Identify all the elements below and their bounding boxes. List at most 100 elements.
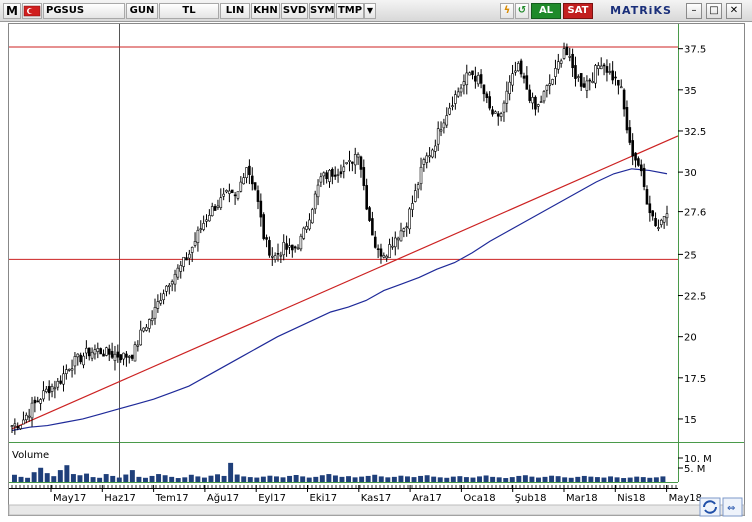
candle [519, 58, 523, 78]
candle [496, 110, 500, 126]
volume-bar [378, 476, 384, 482]
candle [105, 346, 108, 357]
trend-line[interactable] [11, 135, 679, 430]
volume-bar [306, 477, 312, 482]
candle [399, 222, 403, 242]
candle [288, 238, 291, 255]
volume-bar [581, 475, 587, 482]
candle [22, 411, 25, 425]
candle [536, 103, 540, 113]
y-tick-label: 35 [684, 86, 697, 97]
horizontal-scrollbar[interactable] [8, 504, 745, 516]
x-tick-label: Tem17 [155, 493, 189, 504]
candle [425, 152, 429, 169]
candle [45, 385, 48, 394]
volume-bar [293, 475, 299, 482]
candle [216, 199, 220, 210]
volume-bar [97, 477, 103, 482]
moving-average-line [11, 168, 668, 432]
candle [371, 211, 374, 236]
candle [67, 368, 71, 372]
candle [474, 66, 477, 89]
candle [328, 169, 331, 188]
candle [548, 74, 552, 95]
candle [242, 172, 245, 185]
candle [256, 185, 260, 210]
candle [648, 195, 652, 222]
candle [159, 292, 163, 306]
candle [122, 352, 125, 366]
volume-bar [123, 474, 129, 482]
candle [628, 120, 632, 146]
candle [27, 408, 31, 422]
candle [339, 164, 343, 178]
y-tick-label: 27.6 [684, 208, 706, 219]
candle [471, 70, 474, 80]
candle [268, 236, 271, 258]
volume-bar [31, 472, 37, 482]
volume-bar [287, 475, 293, 482]
candle [253, 182, 257, 191]
volume-bar [156, 474, 162, 482]
candle [562, 42, 566, 60]
y-tick-label: 25 [684, 250, 697, 261]
y-tick-label: 20 [684, 333, 697, 344]
candle [222, 187, 225, 201]
y-tick-label: 30 [684, 168, 697, 179]
candle [451, 96, 454, 111]
candle [488, 91, 491, 111]
candle [73, 352, 77, 375]
candle [577, 74, 580, 82]
volume-bar [372, 474, 378, 482]
volume-bar [215, 474, 220, 482]
candle [388, 238, 391, 259]
volume-bar [634, 476, 640, 482]
volume-bar [44, 473, 50, 482]
candle [136, 340, 140, 352]
candle [379, 243, 383, 264]
candle [485, 91, 489, 104]
candle [313, 190, 317, 214]
candle [62, 365, 65, 392]
candle [170, 279, 174, 292]
x-tick-label: Şub18 [515, 493, 547, 504]
candle [336, 168, 340, 183]
candle [316, 179, 320, 206]
volume-bar [162, 475, 168, 482]
candle [448, 102, 451, 116]
candle [285, 235, 288, 257]
candle [585, 75, 589, 99]
x-tick-label: Ara17 [412, 493, 442, 504]
candle [311, 207, 314, 224]
volume-bar [522, 475, 528, 482]
candle [162, 289, 165, 305]
volume-bar [221, 475, 227, 482]
candle [233, 191, 237, 205]
chart-border [8, 23, 745, 516]
candle [396, 236, 400, 250]
candle [205, 214, 208, 228]
volume-bar [228, 462, 234, 482]
candle [508, 75, 511, 101]
candle [219, 188, 223, 211]
volume-bar [496, 477, 502, 482]
candle [262, 212, 266, 241]
price-chart[interactable]: 37.53532.53027.62522.52017.515 Volume 10… [0, 0, 752, 522]
candle [333, 166, 337, 180]
candle [499, 111, 503, 122]
candle [419, 157, 423, 191]
candle [351, 161, 354, 172]
candle [637, 156, 640, 167]
volume-bar [234, 474, 240, 482]
candle [342, 159, 346, 179]
y-tick-label: 37.5 [684, 45, 706, 56]
candle [605, 59, 609, 82]
volume-bar [274, 476, 279, 482]
chart-nav-arrows-icon[interactable]: ⇔ [722, 497, 743, 517]
volume-bar [614, 477, 620, 482]
candle [413, 183, 417, 203]
volume-bar [470, 477, 476, 482]
y-tick-label: 17.5 [684, 374, 706, 385]
candle [651, 210, 654, 221]
chart-nav-icon[interactable] [699, 497, 721, 517]
